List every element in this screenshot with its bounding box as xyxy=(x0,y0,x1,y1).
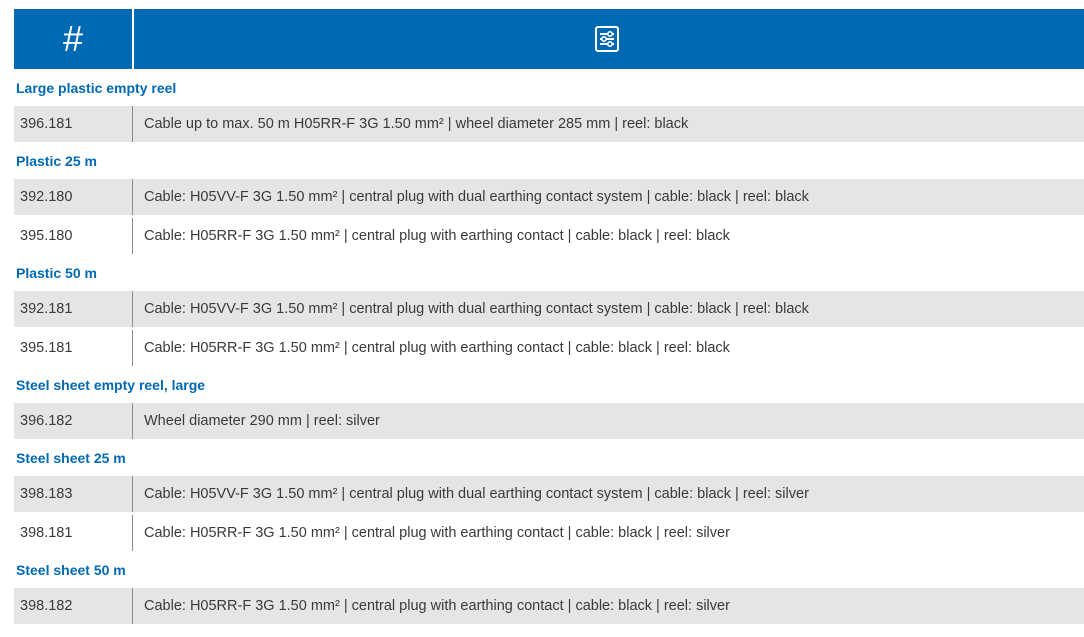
row-divider xyxy=(132,291,133,327)
row-divider xyxy=(132,515,133,551)
table-row[interactable]: 392.181 Cable: H05VV-F 3G 1.50 mm² | cen… xyxy=(14,291,1084,327)
item-description: Cable: H05VV-F 3G 1.50 mm² | central plu… xyxy=(144,189,809,205)
table-row[interactable]: 395.180 Cable: H05RR-F 3G 1.50 mm² | cen… xyxy=(14,218,1084,254)
group-title: Steel sheet empty reel, large xyxy=(16,377,206,393)
table-row[interactable]: 395.181 Cable: H05RR-F 3G 1.50 mm² | cen… xyxy=(14,330,1084,366)
item-description: Cable up to max. 50 m H05RR-F 3G 1.50 mm… xyxy=(144,116,689,132)
table-row[interactable]: 396.182 Wheel diameter 290 mm | reel: si… xyxy=(14,403,1084,439)
filter-settings-icon[interactable] xyxy=(595,25,619,53)
group-title: Steel sheet 25 m xyxy=(16,450,126,466)
row-divider xyxy=(132,179,133,215)
item-description: Cable: H05RR-F 3G 1.50 mm² | central plu… xyxy=(144,598,730,614)
group-title: Plastic 25 m xyxy=(16,153,97,169)
table-row[interactable]: 396.181 Cable up to max. 50 m H05RR-F 3G… xyxy=(14,106,1084,142)
product-table: Large plastic empty reel 396.181 Cable u… xyxy=(14,69,1084,624)
number-column-header: # xyxy=(62,18,84,59)
item-code: 392.180 xyxy=(20,189,73,205)
item-code: 395.180 xyxy=(20,228,73,244)
table-row[interactable]: 398.182 Cable: H05RR-F 3G 1.50 mm² | cen… xyxy=(14,588,1084,624)
group-title: Steel sheet 50 m xyxy=(16,562,126,578)
item-description: Cable: H05RR-F 3G 1.50 mm² | central plu… xyxy=(144,525,730,541)
table-row[interactable]: 398.181 Cable: H05RR-F 3G 1.50 mm² | cen… xyxy=(14,515,1084,551)
table-row[interactable]: 392.180 Cable: H05VV-F 3G 1.50 mm² | cen… xyxy=(14,179,1084,215)
item-code: 396.182 xyxy=(20,413,73,429)
item-code: 392.181 xyxy=(20,301,73,317)
item-code: 396.181 xyxy=(20,116,73,132)
item-description: Cable: H05RR-F 3G 1.50 mm² | central plu… xyxy=(144,228,730,244)
row-divider xyxy=(132,218,133,254)
table-header: # xyxy=(14,9,1084,69)
row-divider xyxy=(132,330,133,366)
item-code: 398.181 xyxy=(20,525,73,541)
table-row[interactable]: 398.183 Cable: H05VV-F 3G 1.50 mm² | cen… xyxy=(14,476,1084,512)
row-divider xyxy=(132,588,133,624)
row-divider xyxy=(132,403,133,439)
item-code: 398.183 xyxy=(20,486,73,502)
row-divider xyxy=(132,476,133,512)
header-divider xyxy=(132,9,134,69)
item-description: Cable: H05VV-F 3G 1.50 mm² | central plu… xyxy=(144,486,809,502)
group-title: Large plastic empty reel xyxy=(16,80,177,96)
group-title: Plastic 50 m xyxy=(16,265,97,281)
item-code: 395.181 xyxy=(20,340,73,356)
item-description: Cable: H05VV-F 3G 1.50 mm² | central plu… xyxy=(144,301,809,317)
item-code: 398.182 xyxy=(20,598,73,614)
item-description: Wheel diameter 290 mm | reel: silver xyxy=(144,413,380,429)
item-description: Cable: H05RR-F 3G 1.50 mm² | central plu… xyxy=(144,340,730,356)
row-divider xyxy=(132,106,133,142)
